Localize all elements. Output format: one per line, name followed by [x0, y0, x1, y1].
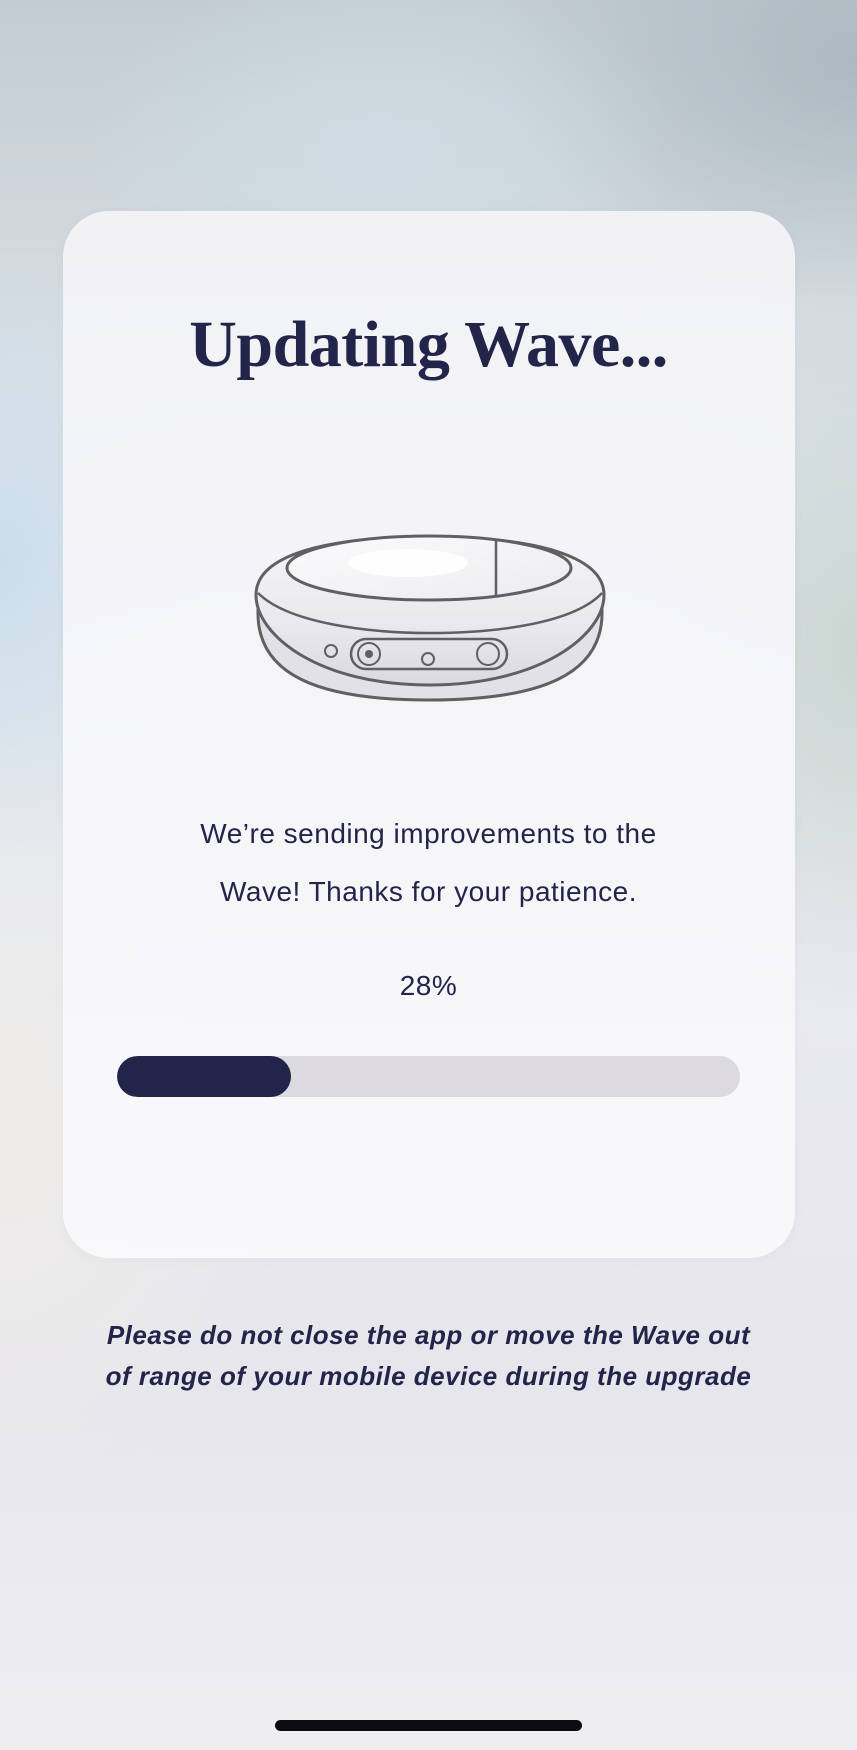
wave-device-icon [254, 534, 606, 702]
warning-line-2: of range of your mobile device during th… [105, 1361, 752, 1391]
message-line-2: Wave! Thanks for your patience. [219, 876, 638, 907]
progress-percent: 28% [399, 970, 458, 1001]
page-title: Updating Wave... [189, 308, 668, 381]
progress-bar [117, 1056, 740, 1097]
warning-line-1: Please do not close the app or move the … [106, 1320, 751, 1350]
progress-bar-fill [117, 1056, 292, 1097]
upgrade-warning: Please do not close the app or move the … [40, 1315, 817, 1397]
update-message: We’re sending improvements to the Wave! … [120, 805, 737, 921]
home-indicator[interactable] [275, 1720, 582, 1731]
message-line-1: We’re sending improvements to the [200, 818, 657, 849]
